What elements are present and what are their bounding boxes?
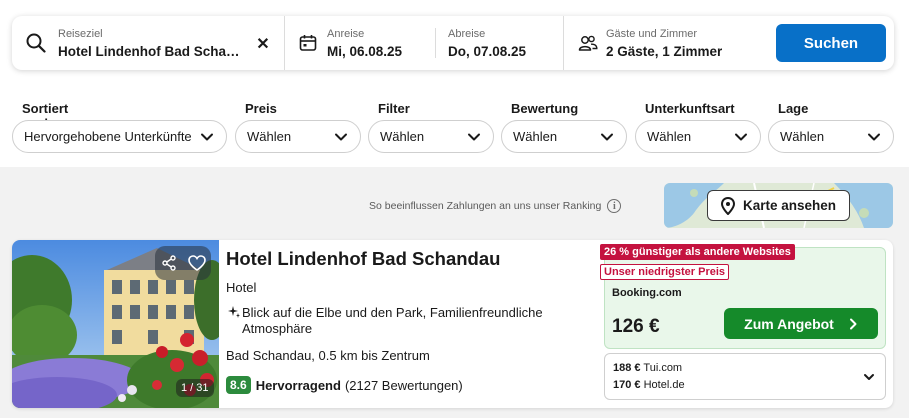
filter-location: Lage Wählen	[768, 101, 894, 153]
other-offers[interactable]: 188 € Tui.com 170 € Hotel.de	[604, 353, 886, 400]
view-deal-label: Zum Angebot	[744, 315, 834, 332]
discount-badge: 26 % günstiger als andere Websites	[600, 244, 795, 260]
photo-counter: 1 / 31	[176, 379, 214, 397]
heart-icon[interactable]	[187, 255, 206, 271]
select-value: Wählen	[247, 129, 292, 144]
filter-price: Preis Wählen	[235, 101, 361, 153]
destination-field[interactable]: Reiseziel Hotel Lindenhof Bad Schandau ✕	[12, 16, 284, 70]
guests-label: Gäste und Zimmer	[606, 27, 698, 40]
chevron-down-icon[interactable]	[863, 371, 875, 383]
select-value: Hervorgehobene Unterkünfte	[24, 129, 192, 144]
checkout-field[interactable]: Abreise Do, 07.08.25	[436, 16, 563, 70]
view-map-label: Karte ansehen	[742, 198, 837, 213]
hotel-photo[interactable]: 1 / 31	[12, 240, 219, 408]
photo-actions	[155, 246, 211, 280]
offer-provider: Hotel.de	[643, 379, 685, 391]
select-value: Wählen	[780, 129, 825, 144]
view-deal-button[interactable]: Zum Angebot	[724, 308, 878, 339]
price-select[interactable]: Wählen	[235, 120, 361, 153]
chevron-down-icon	[868, 133, 880, 141]
chevron-down-icon	[335, 133, 347, 141]
filter-title: Bewertung	[511, 101, 579, 116]
offer-provider: Tui.com	[643, 362, 683, 374]
review-count: (2127 Bewertungen)	[344, 377, 463, 393]
filter-title: Lage	[778, 101, 809, 116]
chevron-down-icon	[201, 133, 213, 141]
select-value: Wählen	[647, 129, 692, 144]
filter-title: Filter	[378, 101, 410, 116]
search-button[interactable]: Suchen	[776, 24, 886, 62]
filter-rating: Bewertung Wählen	[501, 101, 627, 153]
rating-score-badge: 8.6	[226, 376, 251, 394]
rating-select[interactable]: Wählen	[501, 120, 627, 153]
clear-icon[interactable]: ✕	[255, 34, 271, 54]
checkin-field[interactable]: Anreise Mi, 06.08.25	[285, 16, 435, 70]
filter-title: Preis	[245, 101, 277, 116]
select-value: Wählen	[513, 129, 558, 144]
guests-icon	[578, 35, 598, 51]
filter-sort: Sortiert nach Hervorgehobene Unterkünfte	[12, 101, 227, 153]
checkin-value: Mi, 06.08.25	[327, 43, 403, 59]
chevron-down-icon	[468, 133, 480, 141]
checkout-label: Abreise	[448, 27, 486, 40]
feature-text: Blick auf die Elbe und den Park, Familie…	[242, 305, 543, 336]
ranking-info-link[interactable]: So beeinflussen Zahlungen an uns unser R…	[369, 199, 622, 213]
guests-field[interactable]: Gäste und Zimmer 2 Gäste, 1 Zimmer	[564, 16, 776, 70]
destination-value[interactable]: Hotel Lindenhof Bad Schandau	[58, 44, 244, 59]
hotel-type: Hotel	[226, 280, 257, 295]
select-value: Wählen	[380, 129, 425, 144]
rating-word: Hervorragend	[255, 377, 341, 393]
map-pin-icon	[720, 196, 735, 215]
property-type-select[interactable]: Wählen	[635, 120, 761, 153]
checkout-value: Do, 07.08.25	[448, 43, 527, 59]
chevron-right-icon	[849, 318, 857, 329]
hotel-feature: Blick auf die Elbe und den Park, Familie…	[226, 305, 556, 337]
ranking-note: So beeinflussen Zahlungen an uns unser R…	[369, 200, 602, 212]
guests-value: 2 Gäste, 1 Zimmer	[606, 43, 723, 59]
search-icon	[26, 33, 46, 53]
hotel-rating[interactable]: 8.6 Hervorragend (2127 Bewertungen)	[226, 376, 463, 394]
calendar-icon	[299, 35, 317, 51]
search-bar: Reiseziel Hotel Lindenhof Bad Schandau ✕…	[12, 16, 894, 70]
offer-price: 170 €	[613, 379, 641, 391]
filter-select[interactable]: Wählen	[368, 120, 494, 153]
offer-row: 188 € Tui.com	[613, 362, 682, 374]
offer-row: 170 € Hotel.de	[613, 379, 685, 391]
view-map-button[interactable]: Karte ansehen	[707, 190, 850, 221]
deal-provider: Booking.com	[612, 287, 682, 299]
hotel-location: Bad Schandau, 0.5 km bis Zentrum	[226, 348, 430, 363]
destination-label: Reiseziel	[58, 27, 103, 40]
info-icon: i	[607, 199, 622, 213]
filter-property-type: Unterkunftsart Wählen	[635, 101, 761, 153]
sort-select[interactable]: Hervorgehobene Unterkünfte	[12, 120, 227, 153]
offer-price: 188 €	[613, 362, 641, 374]
lowest-price-badge: Unser niedrigster Preis	[600, 264, 730, 280]
filter-title: Unterkunftsart	[645, 101, 735, 116]
sparkle-icon	[228, 306, 240, 318]
checkin-label: Anreise	[327, 27, 365, 40]
chevron-down-icon	[735, 133, 747, 141]
chevron-down-icon	[601, 133, 613, 141]
deal-price: 126 €	[612, 316, 660, 337]
location-select[interactable]: Wählen	[768, 120, 894, 153]
filter-filter: Filter Wählen	[368, 101, 494, 153]
hotel-name[interactable]: Hotel Lindenhof Bad Schandau	[226, 248, 500, 270]
share-icon[interactable]	[161, 255, 177, 271]
